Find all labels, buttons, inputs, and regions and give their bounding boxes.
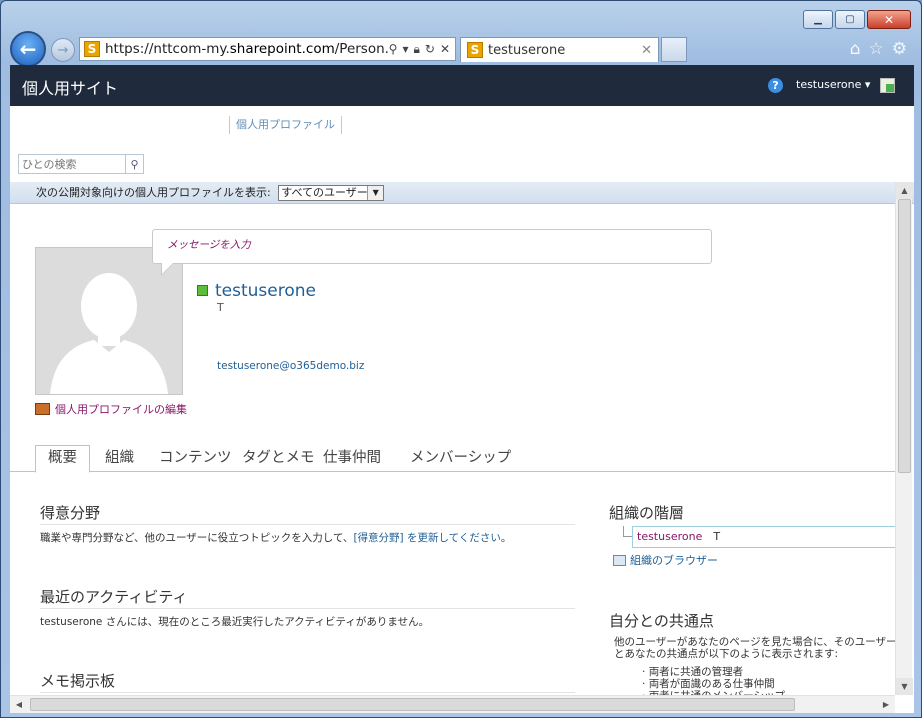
arrow-right-icon: → bbox=[57, 42, 69, 58]
user-name: testuserone bbox=[796, 78, 862, 91]
audience-bar: 次の公開対象向けの個人用プロファイルを表示: すべてのユーザー ▼ bbox=[10, 182, 914, 204]
people-search-input[interactable] bbox=[19, 155, 125, 173]
profile-email-link[interactable]: testuserone@o365demo.biz bbox=[217, 360, 364, 372]
people-search: ⚲ bbox=[18, 154, 144, 174]
suite-bar: 個人用サイト ? testuserone ▾ bbox=[10, 65, 914, 106]
list-item-text: 両者が面識のある仕事仲間 bbox=[648, 678, 775, 690]
search-icon[interactable]: ⚲ bbox=[389, 42, 398, 57]
org-chart-icon bbox=[613, 554, 626, 566]
expertise-body-suffix: 。 bbox=[500, 532, 512, 544]
page-viewport: 個人用サイト ? testuserone ▾ 個人用プロファイル ⚲ 次の公開対… bbox=[10, 65, 914, 713]
tab-overview[interactable]: 概要 bbox=[35, 445, 90, 473]
activity-body: testuserone さんには、現在のところ最近実行したアクティビティがありま… bbox=[40, 616, 430, 628]
activity-title: 最近のアクティビティ bbox=[40, 588, 188, 606]
browser-window: ▁ ▢ ✕ ← → S https://nttcom-my.sharepoint… bbox=[0, 0, 922, 718]
url-prefix: https://nttcom-my. bbox=[105, 41, 230, 57]
sharepoint-favicon-icon: S bbox=[84, 41, 100, 57]
profile-initial: T bbox=[217, 301, 224, 314]
arrow-left-icon: ← bbox=[19, 37, 37, 61]
lock-icon[interactable]: 🔒︎ bbox=[413, 42, 419, 57]
vertical-scrollbar[interactable]: ▲ ▼ bbox=[895, 182, 913, 695]
tab-tags-notes[interactable]: タグとメモ bbox=[242, 446, 315, 472]
update-expertise-link[interactable]: [得意分野] を更新してください bbox=[353, 532, 500, 544]
scroll-up-icon[interactable]: ▲ bbox=[896, 182, 913, 199]
url-suffix: /Person.as bbox=[334, 41, 389, 57]
chevron-down-icon: ▾ bbox=[864, 78, 871, 91]
stop-icon[interactable]: ✕ bbox=[440, 42, 450, 57]
gear-icon[interactable]: ⚙ bbox=[892, 39, 907, 59]
my-profile-link[interactable]: 個人用プロファイル bbox=[229, 116, 342, 134]
expertise-body-text: 職業や専門分野など、他のユーザーに役立つトピックを入力して、 bbox=[40, 532, 354, 544]
new-tab-button[interactable] bbox=[661, 37, 687, 62]
audience-selected-value: すべてのユーザー bbox=[281, 186, 368, 199]
org-entry-initial: T bbox=[713, 530, 721, 543]
list-item: · 両者が面識のある仕事仲間 bbox=[642, 678, 775, 690]
page-status-icon[interactable] bbox=[880, 78, 895, 93]
horizontal-scrollbar[interactable]: ◀ ▶ bbox=[10, 695, 895, 713]
org-entry[interactable]: testuserone T bbox=[632, 526, 895, 548]
dropdown-icon[interactable]: ▾ bbox=[402, 42, 408, 57]
window-controls: ▁ ▢ ✕ bbox=[803, 10, 911, 29]
divider bbox=[40, 608, 575, 609]
browser-toolbar: ⌂ ☆ ⚙ bbox=[850, 39, 907, 59]
org-browser-label: 組織のブラウザー bbox=[630, 554, 718, 567]
search-icon[interactable]: ⚲ bbox=[125, 155, 143, 173]
expertise-body: 職業や専門分野など、他のユーザーに役立つトピックを入力して、[得意分野] を更新… bbox=[40, 530, 511, 545]
presence-icon[interactable] bbox=[197, 285, 208, 296]
site-title[interactable]: 個人用サイト bbox=[22, 75, 118, 99]
divider bbox=[40, 524, 575, 525]
list-item: · 両者に共通の管理者 bbox=[642, 666, 744, 678]
vertical-scroll-thumb[interactable] bbox=[898, 199, 911, 473]
in-common-body: 他のユーザーがあなたのページを見た場合に、そのユーザーとあなたの共通点が以下のよ… bbox=[614, 636, 897, 660]
tab-organization[interactable]: 組織 bbox=[105, 446, 134, 472]
refresh-icon[interactable]: ↻ bbox=[425, 42, 435, 57]
user-menu[interactable]: testuserone ▾ bbox=[796, 78, 870, 91]
address-bar[interactable]: S https://nttcom-my.sharepoint.com/Perso… bbox=[79, 37, 456, 61]
address-tools: ⚲ ▾ 🔒︎ ↻ ✕ bbox=[389, 42, 455, 57]
back-button[interactable]: ← bbox=[10, 31, 46, 67]
org-tree-line bbox=[623, 526, 632, 537]
profile-tabs: 概要 組織 コンテンツ タグとメモ 仕事仲間 メンバーシップ bbox=[10, 443, 895, 473]
expertise-title: 得意分野 bbox=[40, 504, 101, 522]
url-domain: sharepoint.com bbox=[229, 41, 335, 57]
scroll-right-icon[interactable]: ▶ bbox=[877, 696, 895, 713]
tab-title: testuserone bbox=[488, 42, 566, 58]
chevron-down-icon: ▼ bbox=[367, 186, 384, 200]
list-item-text: 両者に共通の管理者 bbox=[648, 666, 744, 678]
horizontal-scroll-thumb[interactable] bbox=[30, 698, 795, 711]
status-message-bubble[interactable]: メッセージを入力 bbox=[152, 229, 712, 276]
scroll-left-icon[interactable]: ◀ bbox=[10, 696, 28, 713]
address-url[interactable]: https://nttcom-my.sharepoint.com/Person.… bbox=[105, 41, 389, 57]
noteboard-title: メモ掲示板 bbox=[40, 672, 116, 690]
org-entry-name: testuserone bbox=[637, 530, 703, 543]
help-icon[interactable]: ? bbox=[768, 78, 783, 93]
audience-select[interactable]: すべてのユーザー ▼ bbox=[278, 185, 385, 201]
org-browser-link[interactable]: 組織のブラウザー bbox=[613, 552, 718, 568]
tab-content[interactable]: コンテンツ bbox=[159, 446, 232, 472]
close-window-button[interactable]: ✕ bbox=[867, 10, 911, 29]
in-common-title: 自分との共通点 bbox=[609, 612, 714, 630]
tab-colleagues[interactable]: 仕事仲間 bbox=[323, 446, 381, 472]
minimize-button[interactable]: ▁ bbox=[803, 10, 833, 29]
edit-profile-label: 個人用プロファイルの編集 bbox=[55, 403, 187, 416]
scroll-down-icon[interactable]: ▼ bbox=[896, 678, 913, 695]
edit-profile-icon bbox=[35, 403, 50, 415]
home-icon[interactable]: ⌂ bbox=[850, 39, 861, 59]
tab-memberships[interactable]: メンバーシップ bbox=[410, 446, 511, 472]
forward-button[interactable]: → bbox=[51, 38, 75, 62]
close-tab-icon[interactable]: ✕ bbox=[641, 43, 658, 58]
browser-tab-active[interactable]: S testuserone ✕ bbox=[460, 37, 659, 62]
edit-profile-link[interactable]: 個人用プロファイルの編集 bbox=[35, 401, 187, 417]
maximize-button[interactable]: ▢ bbox=[835, 10, 865, 29]
org-hierarchy-title: 組織の階層 bbox=[609, 504, 685, 522]
favorites-star-icon[interactable]: ☆ bbox=[869, 39, 884, 59]
divider bbox=[40, 692, 575, 693]
audience-label: 次の公開対象向けの個人用プロファイルを表示: bbox=[36, 186, 271, 199]
sharepoint-favicon-icon: S bbox=[467, 42, 483, 58]
profile-name: testuserone bbox=[215, 281, 316, 301]
